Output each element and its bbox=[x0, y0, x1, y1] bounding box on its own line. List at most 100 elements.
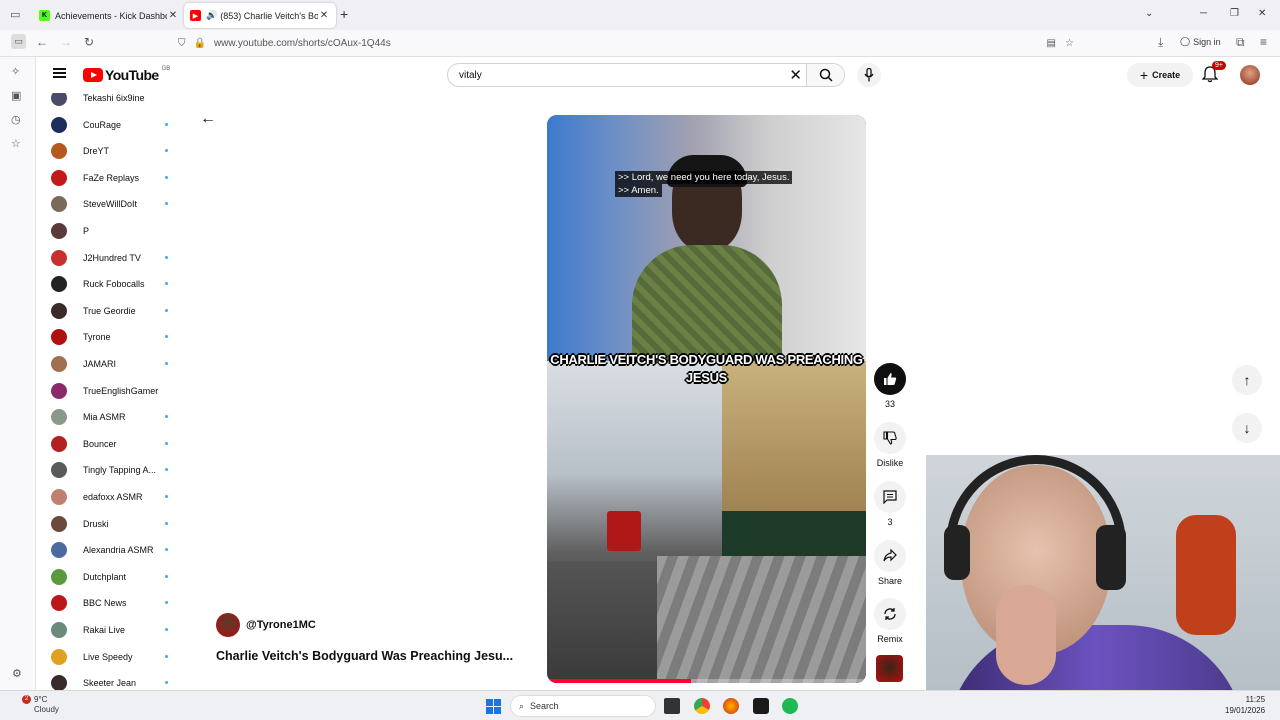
back-icon[interactable]: ← bbox=[36, 35, 48, 49]
back-arrow-icon[interactable]: ← bbox=[200, 110, 216, 128]
remix-button[interactable]: Remix bbox=[870, 598, 910, 644]
remix-icon-wrap[interactable] bbox=[874, 598, 906, 630]
sidebar-item-subscription[interactable]: Bouncer bbox=[51, 435, 171, 452]
create-button[interactable]: + Create bbox=[1127, 63, 1193, 87]
sign-in-label: Sign in bbox=[1193, 36, 1221, 47]
dislike-button[interactable]: Dislike bbox=[870, 422, 910, 468]
video-frame-bottom bbox=[547, 361, 866, 683]
sidebar-item-label: Skeeter Jean bbox=[83, 678, 137, 689]
firefox-icon[interactable] bbox=[723, 698, 739, 714]
url-text[interactable]: www.youtube.com/shorts/cOAux-1Q44s bbox=[214, 38, 391, 49]
downloads-icon[interactable]: ⤓ bbox=[1158, 35, 1163, 50]
channel-avatar bbox=[51, 169, 67, 186]
sidebar-item-subscription[interactable]: Skeeter Jean bbox=[51, 675, 171, 690]
next-short-button[interactable]: ↓ bbox=[1232, 413, 1262, 443]
tab-youtube-short[interactable]: ▶ 🔊 (853) Charlie Veitch's Bodyg ✕ bbox=[184, 3, 336, 28]
speaker-icon[interactable]: 🔊 bbox=[206, 10, 217, 21]
sidebar-item-subscription[interactable]: True Geordie bbox=[51, 302, 171, 319]
menu-icon[interactable]: ≡ bbox=[1260, 35, 1267, 49]
extensions-icon[interactable]: ⧉ bbox=[1236, 35, 1245, 50]
task-view-icon[interactable] bbox=[664, 698, 680, 714]
close-tab-icon[interactable]: ✕ bbox=[318, 10, 330, 21]
clear-search-icon[interactable]: ✕ bbox=[789, 66, 802, 84]
channel-avatar-thumbnail[interactable] bbox=[876, 655, 903, 682]
lock-icon[interactable]: 🔒 bbox=[194, 38, 206, 49]
share-button[interactable]: Share bbox=[870, 540, 910, 586]
chrome-icon[interactable] bbox=[694, 698, 710, 714]
taskbar-search[interactable]: ⌕ Search bbox=[510, 695, 656, 717]
close-tab-icon[interactable]: ✕ bbox=[167, 10, 179, 21]
short-title[interactable]: Charlie Veitch's Bodyguard Was Preaching… bbox=[216, 649, 513, 663]
sidebar-item-subscription[interactable]: Alexandria ASMR bbox=[51, 542, 171, 559]
dislike-icon-wrap[interactable] bbox=[874, 422, 906, 454]
sign-in-button[interactable]: ◯ Sign in bbox=[1180, 36, 1221, 47]
sidebar-item-subscription[interactable]: CouRage bbox=[51, 116, 171, 133]
spotify-icon[interactable] bbox=[782, 698, 798, 714]
new-content-dot bbox=[165, 654, 168, 658]
video-progress-bar[interactable] bbox=[547, 679, 866, 683]
weather-widget[interactable]: 2 9°C Cloudy bbox=[14, 695, 59, 715]
comments-button[interactable]: 3 bbox=[870, 481, 910, 527]
sidebar-item-subscription[interactable]: Druski bbox=[51, 515, 171, 532]
tab-overview-icon[interactable]: ▭ bbox=[10, 8, 20, 21]
sidebar-item-subscription[interactable]: FaZe Replays bbox=[51, 169, 171, 186]
share-label: Share bbox=[877, 576, 903, 586]
tab-list-chevron-icon[interactable]: ⌄ bbox=[1145, 8, 1153, 19]
minimize-button[interactable]: ─ bbox=[1200, 8, 1207, 19]
channel-avatar[interactable] bbox=[216, 613, 240, 637]
voice-search-button[interactable] bbox=[857, 63, 881, 87]
reader-view-icon[interactable]: ▤ bbox=[1047, 38, 1056, 49]
maximize-button[interactable]: ❐ bbox=[1230, 8, 1239, 19]
history-icon[interactable]: ◷ bbox=[11, 113, 21, 126]
sidebar-item-subscription[interactable]: J2Hundred TV bbox=[51, 249, 171, 266]
channel-name[interactable]: @Tyrone1MC bbox=[246, 619, 316, 631]
like-icon-wrap[interactable] bbox=[874, 363, 906, 395]
bookmarks-icon[interactable]: ☆ bbox=[11, 137, 21, 150]
guide-menu-icon[interactable] bbox=[53, 68, 66, 78]
ai-chat-icon[interactable]: ✧ bbox=[11, 65, 20, 78]
close-window-button[interactable]: ✕ bbox=[1258, 8, 1266, 19]
sidebar-item-subscription[interactable]: BBC News bbox=[51, 595, 171, 612]
sidebar-item-subscription[interactable]: SteveWillDoIt bbox=[51, 196, 171, 213]
system-clock[interactable]: 11:25 19/01/2026 bbox=[1225, 694, 1265, 716]
sidebar-item-subscription[interactable]: Live Speedy bbox=[51, 648, 171, 665]
reload-icon[interactable]: ↻ bbox=[84, 35, 94, 49]
search-button[interactable] bbox=[806, 64, 844, 86]
sidebar-item-subscription[interactable]: Rakai Live bbox=[51, 622, 171, 638]
new-tab-button[interactable]: + bbox=[340, 6, 348, 22]
tab-kick-dashboard[interactable]: K Achievements - Kick Dashboard ✕ bbox=[33, 3, 185, 28]
sidebar-item-subscription[interactable]: P bbox=[51, 223, 171, 239]
synced-tabs-icon[interactable]: ▣ bbox=[11, 89, 21, 102]
sidebar-item-subscription[interactable]: JAMARI bbox=[51, 356, 171, 372]
sidebar-item-subscription[interactable]: Mia ASMR bbox=[51, 409, 171, 426]
previous-short-button[interactable]: ↑ bbox=[1232, 365, 1262, 395]
address-bar[interactable]: ⛉ 🔒 www.youtube.com/shorts/cOAux-1Q44s ▤… bbox=[178, 32, 1076, 55]
channel-avatar bbox=[51, 93, 67, 106]
sidebar-toggle-icon[interactable]: ▭ bbox=[11, 34, 26, 49]
share-icon-wrap[interactable] bbox=[874, 540, 906, 572]
bookmark-star-icon[interactable]: ☆ bbox=[1065, 38, 1074, 49]
channel-row[interactable]: @Tyrone1MC bbox=[216, 613, 316, 637]
sidebar-item-subscription[interactable]: Tyrone bbox=[51, 329, 171, 346]
search-input[interactable]: vitaly ✕ bbox=[447, 63, 845, 87]
sidebar-item-subscription[interactable]: Tekashi 6ix9ine bbox=[51, 93, 171, 106]
search-query[interactable]: vitaly bbox=[459, 70, 482, 81]
user-avatar[interactable] bbox=[1240, 65, 1260, 85]
settings-gear-icon[interactable]: ⚙ bbox=[12, 667, 22, 680]
youtube-logo[interactable]: YouTube GB bbox=[83, 66, 170, 83]
forward-icon[interactable]: → bbox=[60, 35, 72, 49]
sidebar-item-subscription[interactable]: Ruck Fobocalls bbox=[51, 276, 171, 293]
channel-avatar bbox=[51, 648, 67, 665]
like-button[interactable]: 33 bbox=[870, 363, 910, 409]
sidebar-item-subscription[interactable]: TrueEnglishGamer bbox=[51, 382, 171, 399]
tracking-shield-icon[interactable]: ⛉ bbox=[178, 38, 186, 49]
sidebar-item-subscription[interactable]: DreYT bbox=[51, 143, 171, 160]
sidebar-item-subscription[interactable]: Dutchplant bbox=[51, 568, 171, 585]
new-content-dot bbox=[165, 495, 168, 498]
kick-app-icon[interactable] bbox=[753, 698, 769, 714]
sidebar-item-subscription[interactable]: edafoxx ASMR bbox=[51, 489, 171, 505]
short-video-player[interactable]: >> Lord, we need you here today, Jesus. … bbox=[547, 115, 866, 683]
comments-icon-wrap[interactable] bbox=[874, 481, 906, 513]
windows-start-icon[interactable] bbox=[486, 699, 501, 714]
sidebar-item-subscription[interactable]: Tingly Tapping A... bbox=[51, 462, 171, 479]
